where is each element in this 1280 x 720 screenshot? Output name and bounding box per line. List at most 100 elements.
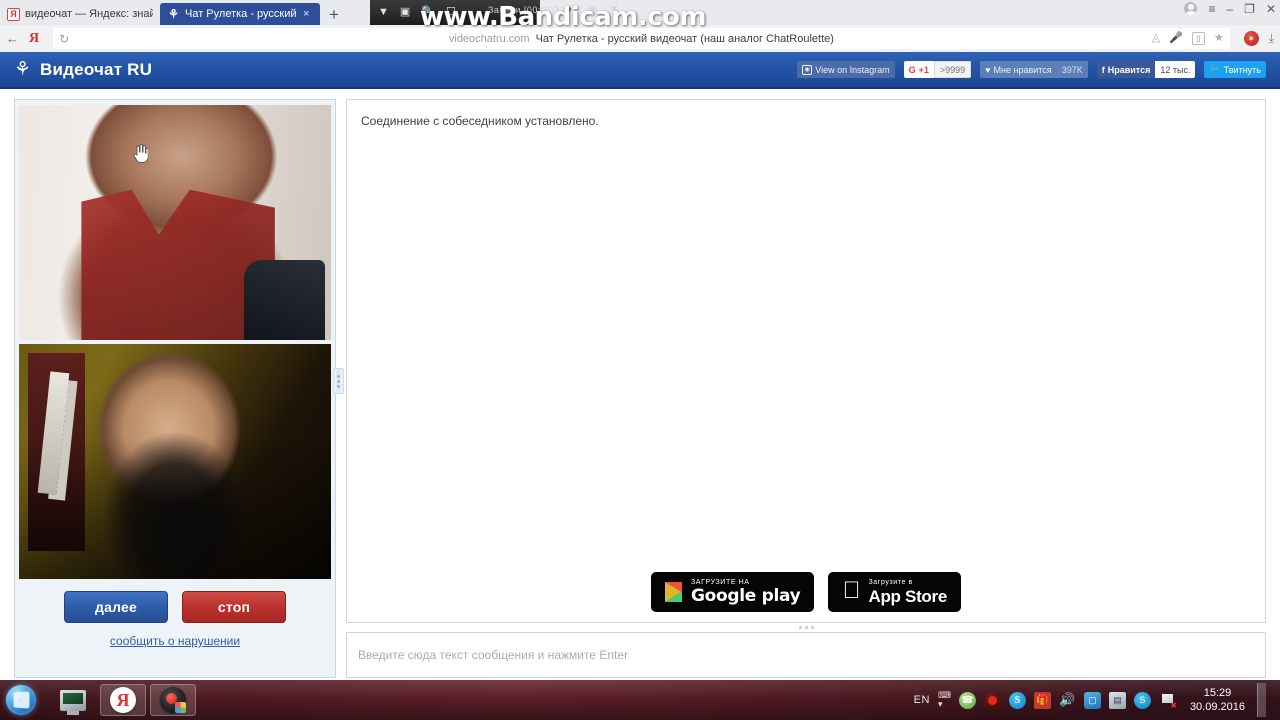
flower-icon: ⚘ (14, 59, 32, 80)
show-desktop-button[interactable] (1257, 683, 1266, 717)
clock-date: 30.09.2016 (1189, 701, 1245, 713)
language-indicator[interactable]: EN (914, 694, 930, 706)
chevron-down-icon[interactable]: ▼ (378, 7, 389, 18)
keyboard-layout-icon[interactable]: ⌨ ▾ (938, 691, 951, 709)
twitter-label: Твитнуть (1223, 64, 1261, 75)
instagram-button[interactable]: ◉ View on Instagram (797, 61, 895, 78)
google-plus-button[interactable]: G +1 >9999 (903, 61, 972, 78)
column-resize-handle[interactable] (333, 368, 344, 394)
clock[interactable]: 15:29 30.09.2016 (1184, 686, 1249, 714)
system-tray: EN ⌨▾ ☎ S 🎁 🔊 ▢ ▤ S 15:29 30.09.2016 (914, 683, 1274, 717)
google-play-label: Google play (690, 586, 801, 606)
twitter-button[interactable]: 🐦 Твитнуть (1204, 61, 1266, 78)
tab-close-icon[interactable]: × (303, 8, 313, 20)
taskbar-item-bandicam[interactable] (150, 684, 196, 716)
volume-icon[interactable]: 🔊 (1059, 692, 1076, 709)
display-icon[interactable]: ▤ (1108, 691, 1126, 709)
site-logo[interactable]: ⚘ Видеочат RU (14, 60, 152, 80)
browser-menu-icon[interactable]: ≡ (1208, 3, 1215, 15)
close-icon[interactable]: ✕ (1266, 3, 1276, 15)
facebook-label: Нравится (1107, 64, 1151, 75)
google-play-small-label: ЗАГРУЗИТЕ НА (690, 579, 750, 586)
extension-icon[interactable]: ● (1243, 31, 1259, 46)
maximize-icon[interactable]: ❐ (1244, 3, 1255, 15)
microphone-permission-icon[interactable]: 🎤 (1169, 33, 1183, 44)
user-avatar-icon[interactable] (1184, 2, 1198, 15)
stop-button[interactable]: стоп (182, 591, 286, 623)
tab-title: видеочат — Яндекс: знайш (25, 8, 153, 20)
shazam-icon[interactable]: S (1008, 691, 1026, 709)
taskbar-item-computer[interactable] (50, 684, 96, 716)
gplus-label: +1 (918, 64, 929, 75)
facebook-icon: f (1101, 64, 1105, 75)
back-icon[interactable]: ← (6, 32, 19, 45)
vk-count: 397K (1056, 61, 1088, 78)
vk-label: Мне нравится (993, 64, 1052, 75)
new-tab-button[interactable]: + (320, 6, 348, 25)
browser-tab-2[interactable]: ⚘ Чат Рулетка - русский ви × (160, 3, 320, 25)
gift-icon[interactable]: 🎁 (1033, 691, 1051, 709)
browser-window: Я видеочат — Яндекс: знайш ⚘ Чат Рулетка… (0, 0, 1280, 680)
window-capture-icon[interactable]: ▣ (400, 7, 410, 18)
window-controls: ≡ – ❐ ✕ (1184, 2, 1276, 15)
yandex-favicon-icon: Я (7, 7, 20, 21)
taskbar-items: Я (50, 684, 196, 716)
address-bar-page-title: Чат Рулетка - русский видеочат (наш анал… (535, 32, 834, 45)
remote-video-feed[interactable] (19, 105, 331, 340)
clock-time: 15:29 (1203, 687, 1232, 699)
app-store-small-label: Загрузите в (859, 579, 912, 586)
download-icon[interactable]: ⤓ (1269, 31, 1274, 46)
message-box[interactable] (346, 632, 1266, 678)
bookmark-star-icon[interactable]: ★ (1214, 33, 1224, 44)
videochat-favicon-icon: ⚘ (168, 7, 179, 21)
site-title: Видеочат RU (40, 59, 153, 79)
reload-icon[interactable]: ↻ (59, 33, 69, 45)
bandicam-watermark: www.Bandicam.com (420, 2, 706, 32)
report-abuse-link[interactable]: сообщить о нарушении (110, 634, 240, 648)
address-bar-icons: ◬ 🎤 ▯ ★ (1152, 28, 1224, 49)
next-button[interactable]: далее (64, 591, 168, 623)
taskbar-item-yandex-browser[interactable]: Я (100, 684, 146, 716)
minimize-icon[interactable]: – (1226, 3, 1233, 15)
video-controls: далее стоп (64, 591, 286, 623)
apple-icon:  (842, 578, 860, 603)
social-buttons: ◉ View on Instagram G +1 >9999 ♥ Мне нравит… (797, 61, 1266, 78)
message-input[interactable] (358, 648, 1254, 662)
video-vignette (19, 344, 331, 579)
local-video-feed[interactable] (19, 344, 331, 579)
chat-log: Соединение с собеседником установлено. З… (346, 99, 1266, 623)
yandex-home-icon[interactable]: Я (29, 31, 39, 47)
app-store-label: App Store (859, 587, 947, 606)
main-content: далее стоп сообщить о нарушении Соединен… (0, 89, 1280, 678)
app-store-badges: ЗАГРУЗИТЕ НА Google play  Загрузите в A… (347, 572, 1265, 612)
camera-permission-icon[interactable]: ◬ (1152, 33, 1160, 44)
page-content: ⚘ Видеочат RU ◉ View on Instagram G +1 >99… (0, 52, 1280, 680)
app-store-badge[interactable]:  Загрузите в App Store (828, 572, 961, 612)
computer-icon (60, 689, 86, 715)
google-play-icon (664, 581, 683, 603)
instagram-label: View on Instagram (815, 64, 890, 75)
bandicam-icon (160, 687, 186, 713)
reader-mode-icon[interactable]: ▯ (1191, 32, 1205, 45)
windows-taskbar: Я EN ⌨▾ ☎ S 🎁 🔊 ▢ ▤ S 15:29 30.09.2016 (0, 680, 1280, 720)
yandex-browser-icon: Я (110, 687, 136, 713)
update-icon[interactable]: ▢ (1083, 691, 1101, 709)
twitter-bird-icon: 🐦 (1209, 64, 1221, 74)
action-center-flag-icon[interactable] (1159, 692, 1177, 710)
system-message: Соединение с собеседником установлено. (361, 114, 599, 128)
google-play-badge[interactable]: ЗАГРУЗИТЕ НА Google play (650, 572, 815, 612)
tab-title: Чат Рулетка - русский ви (185, 8, 298, 20)
viber-icon[interactable]: ☎ (958, 691, 976, 709)
skype-icon[interactable]: S (1133, 691, 1151, 709)
site-header: ⚘ Видеочат RU ◉ View on Instagram G +1 >99… (0, 52, 1280, 89)
video-panel: далее стоп сообщить о нарушении (14, 99, 344, 678)
browser-tab-1[interactable]: Я видеочат — Яндекс: знайш (0, 3, 160, 25)
start-button[interactable] (6, 685, 36, 715)
facebook-like-button[interactable]: f Нравится 12 тыс. (1096, 61, 1196, 78)
record-icon[interactable] (983, 691, 1001, 709)
instagram-icon: ◉ (802, 64, 813, 75)
heart-icon: ♥ (985, 64, 991, 75)
chat-resize-handle[interactable] (346, 623, 1266, 632)
vk-like-button[interactable]: ♥ Мне нравится 397K (980, 61, 1088, 78)
facebook-count: 12 тыс. (1155, 61, 1196, 78)
